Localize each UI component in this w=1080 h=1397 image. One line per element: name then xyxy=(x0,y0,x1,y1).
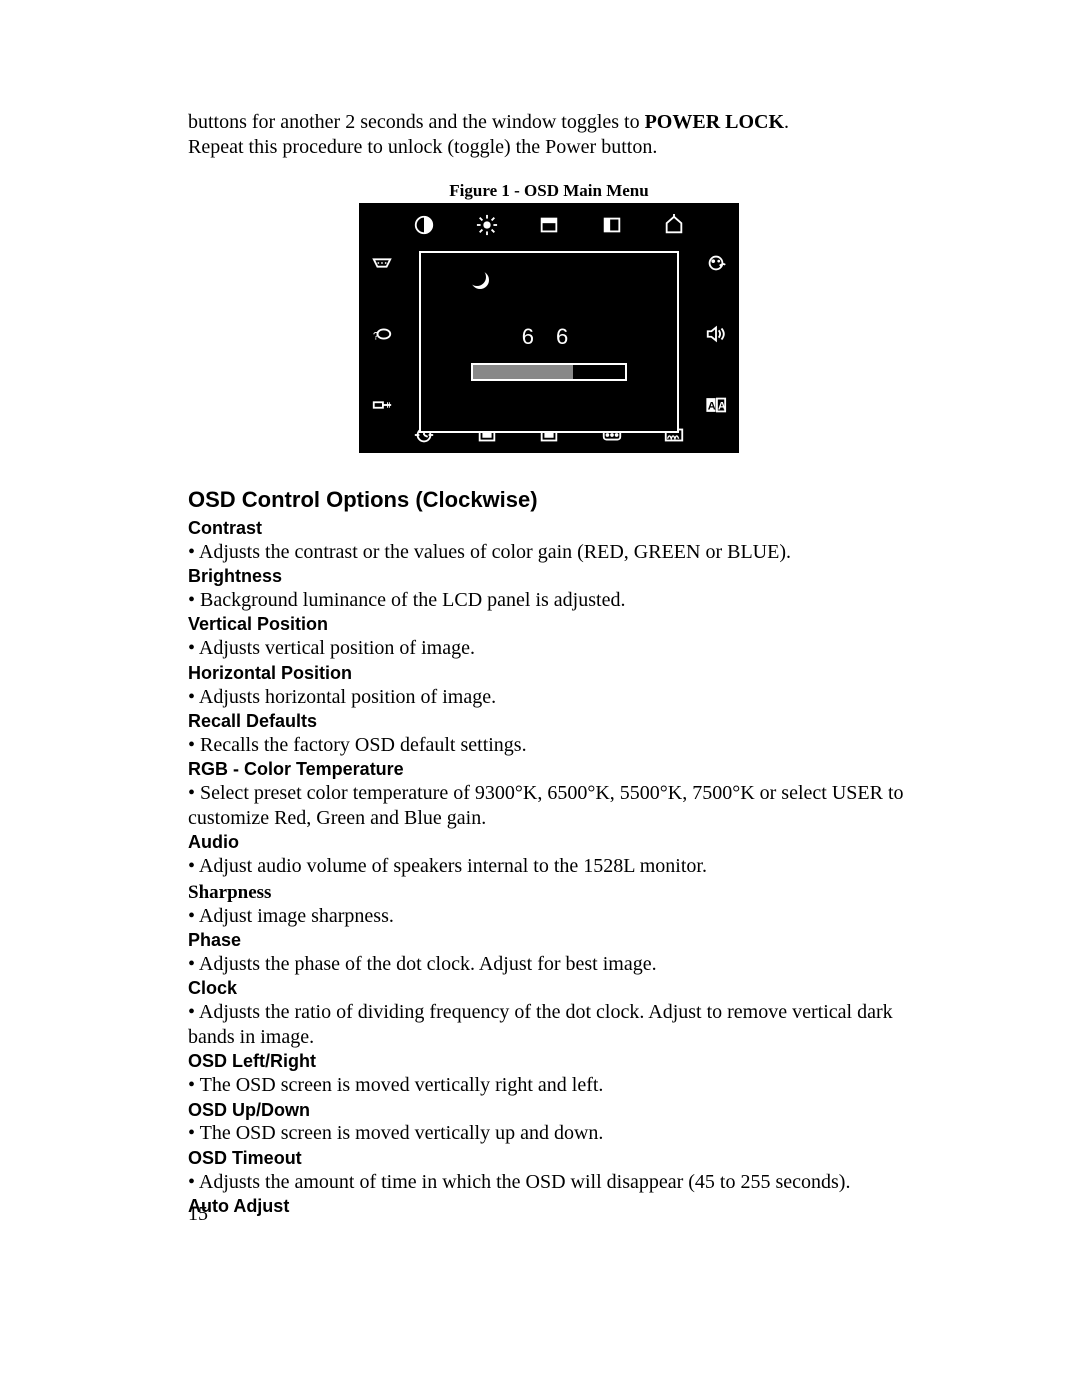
figure-caption: Figure 1 - OSD Main Menu xyxy=(188,180,910,201)
option-title: Contrast xyxy=(188,518,910,540)
option-desc: • Background luminance of the LCD panel … xyxy=(188,588,910,612)
intro-line-1: buttons for another 2 seconds and the wi… xyxy=(188,110,910,135)
osd-main-menu: ? AA CONTRAST xyxy=(359,203,739,453)
option-title: Sharpness xyxy=(188,881,910,904)
osd-progress-fill xyxy=(473,365,573,379)
osd-icons-top-row xyxy=(409,213,689,237)
osd-value: 6 6 xyxy=(421,323,677,351)
option-title: Clock xyxy=(188,978,910,1000)
osd-progress-bar xyxy=(471,363,627,381)
document-page: buttons for another 2 seconds and the wi… xyxy=(0,0,1080,1397)
svg-text:?: ? xyxy=(373,331,379,343)
option-title: OSD Left/Right xyxy=(188,1051,910,1073)
v-position-icon xyxy=(534,213,564,237)
option-desc: • Adjusts the contrast or the values of … xyxy=(188,540,910,564)
contrast-ball-icon xyxy=(471,271,489,289)
option-desc: • Adjusts the amount of time in which th… xyxy=(188,1170,910,1194)
option-title: Horizontal Position xyxy=(188,663,910,685)
audio-icon xyxy=(701,322,731,346)
brightness-icon xyxy=(472,213,502,237)
section-heading: OSD Control Options (Clockwise) xyxy=(188,486,910,514)
intro-paragraph: buttons for another 2 seconds and the wi… xyxy=(188,110,910,160)
option-title: RGB - Color Temperature xyxy=(188,759,910,781)
h-position-icon xyxy=(597,213,627,237)
option-desc: • The OSD screen is moved vertically up … xyxy=(188,1121,910,1145)
options-block: Contrast • Adjusts the contrast or the v… xyxy=(188,518,910,1218)
option-desc: • Adjusts horizontal position of image. xyxy=(188,685,910,709)
option-desc: • Adjust audio volume of speakers intern… xyxy=(188,854,910,878)
osd-icons-left-col: ? xyxy=(367,251,397,417)
rgb-color-temp-icon xyxy=(701,251,731,275)
contrast-icon xyxy=(409,213,439,237)
option-title: OSD Timeout xyxy=(188,1148,910,1170)
language-icon: ? xyxy=(367,322,397,346)
power-lock-bold: POWER LOCK xyxy=(645,111,784,133)
svg-text:A: A xyxy=(718,401,726,413)
recall-defaults-icon xyxy=(659,213,689,237)
option-title: Recall Defaults xyxy=(188,711,910,733)
option-desc: • Adjusts the ratio of dividing frequenc… xyxy=(188,1000,910,1049)
option-desc: • Adjusts vertical position of image. xyxy=(188,636,910,660)
osd-title: CONTRAST xyxy=(499,267,626,292)
option-title: Phase xyxy=(188,930,910,952)
option-title: OSD Up/Down xyxy=(188,1100,910,1122)
intro-text-pre: buttons for another 2 seconds and the wi… xyxy=(188,111,645,133)
option-desc: • Recalls the factory OSD default settin… xyxy=(188,733,910,757)
intro-text-post: . xyxy=(784,111,789,133)
option-desc: • Select preset color temperature of 930… xyxy=(188,781,910,830)
phase-icon xyxy=(367,393,397,417)
intro-line-2: Repeat this procedure to unlock (toggle)… xyxy=(188,135,910,160)
sharpness-icon: AA xyxy=(701,393,731,417)
page-number: 15 xyxy=(188,1202,208,1227)
osd-icons-right-col: AA xyxy=(701,251,731,417)
svg-text:A: A xyxy=(708,401,716,413)
option-title: Vertical Position xyxy=(188,614,910,636)
option-title: Auto Adjust xyxy=(188,1196,910,1218)
option-title: Brightness xyxy=(188,566,910,588)
port-icon xyxy=(367,251,397,275)
osd-title-row: CONTRAST xyxy=(421,267,677,292)
option-desc: • Adjusts the phase of the dot clock. Ad… xyxy=(188,952,910,976)
osd-inner-frame: CONTRAST 6 6 xyxy=(419,251,679,433)
option-desc: • Adjust image sharpness. xyxy=(188,904,910,928)
option-title: Audio xyxy=(188,832,910,854)
figure-block: Figure 1 - OSD Main Menu ? AA xyxy=(188,180,910,460)
option-desc: • The OSD screen is moved vertically rig… xyxy=(188,1073,910,1097)
